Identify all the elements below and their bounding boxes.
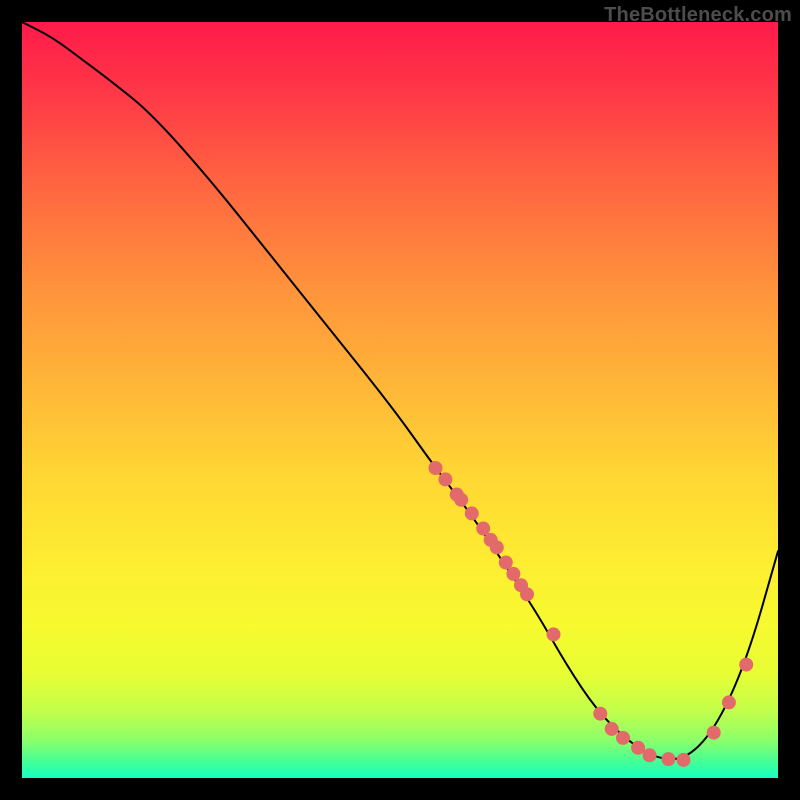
marker-point <box>547 627 561 641</box>
marker-point <box>661 752 675 766</box>
marker-point <box>643 748 657 762</box>
marker-point <box>677 753 691 767</box>
marker-point <box>593 707 607 721</box>
highlight-markers <box>429 461 754 767</box>
plot-area <box>22 22 778 778</box>
marker-point <box>465 506 479 520</box>
marker-point <box>438 472 452 486</box>
marker-point <box>429 461 443 475</box>
marker-point <box>490 540 504 554</box>
marker-point <box>605 722 619 736</box>
chart-overlay <box>22 22 778 778</box>
marker-point <box>476 522 490 536</box>
marker-point <box>520 587 534 601</box>
marker-point <box>631 741 645 755</box>
marker-point <box>739 658 753 672</box>
chart-container: TheBottleneck.com <box>0 0 800 800</box>
marker-point <box>454 493 468 507</box>
bottleneck-curve <box>22 22 778 759</box>
marker-point <box>707 726 721 740</box>
marker-point <box>499 556 513 570</box>
marker-point <box>722 695 736 709</box>
marker-point <box>616 731 630 745</box>
